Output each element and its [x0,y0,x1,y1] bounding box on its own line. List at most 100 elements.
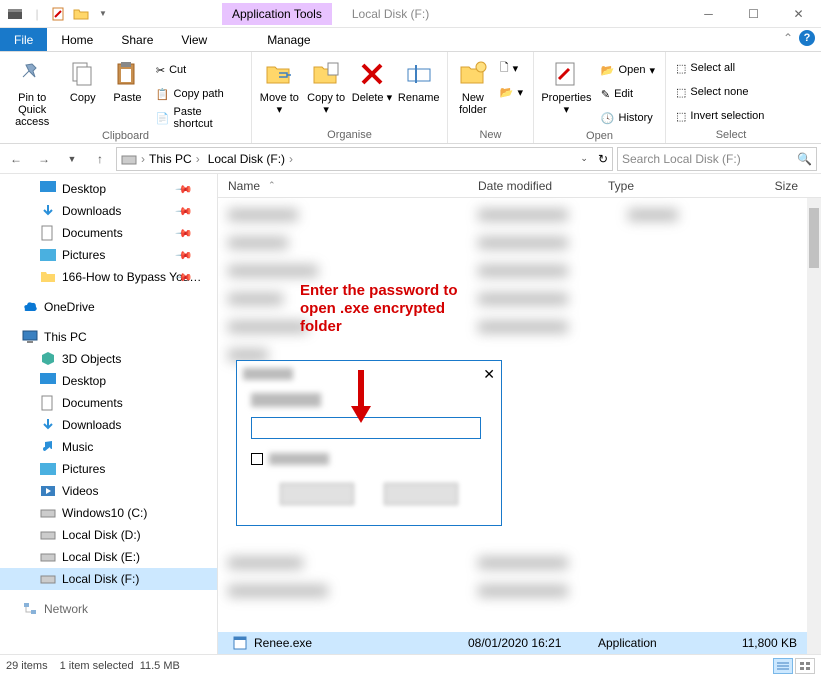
nav-desktop-2[interactable]: Desktop [0,370,217,392]
select-all-icon: ⬚ [676,62,686,75]
close-button[interactable]: ✕ [776,0,821,28]
status-selected: 1 item selected 11.5 MB [60,660,180,672]
nav-network[interactable]: Network [0,598,217,620]
edit-button[interactable]: ✎Edit [597,84,659,104]
easy-access-icon: 📂 [500,86,514,99]
exe-icon [232,635,248,651]
nav-downloads-2[interactable]: Downloads [0,414,217,436]
refresh-button[interactable]: ↻ [598,152,608,166]
pin-icon: 📌 [175,246,194,265]
forward-button[interactable]: → [32,147,56,171]
file-row-selected[interactable]: Renee.exe 08/01/2020 16:21 Application 1… [218,632,807,654]
history-button[interactable]: 🕓History [597,108,659,128]
nav-windows10-c[interactable]: Windows10 (C:) [0,502,217,524]
qat-dropdown-icon[interactable]: ▼ [94,5,112,23]
manage-tab[interactable]: Manage [253,28,324,51]
dialog-ok-button[interactable] [280,483,354,505]
select-all-button[interactable]: ⬚Select all [672,58,768,78]
nav-desktop[interactable]: Desktop📌 [0,178,217,200]
breadcrumb-local-disk-f[interactable]: Local Disk (F:) [208,152,297,166]
paste-shortcut-button[interactable]: 📄Paste shortcut [152,108,245,128]
move-to-icon [263,58,295,90]
nav-local-disk-d[interactable]: Local Disk (D:) [0,524,217,546]
invert-icon: ⬚ [676,110,686,123]
copy-path-button[interactable]: 📋Copy path [152,84,245,104]
large-icons-view-button[interactable] [795,658,815,674]
details-view-button[interactable] [773,658,793,674]
paste-icon [111,58,143,90]
history-icon: 🕓 [601,112,615,125]
breadcrumb-this-pc[interactable]: This PC [149,152,204,166]
dialog-checkbox[interactable] [251,453,263,465]
ribbon-collapse-icon[interactable]: ⌃ [783,31,793,45]
column-name[interactable]: Name⌃ [218,179,468,193]
view-tab[interactable]: View [167,28,221,51]
paste-button[interactable]: Paste [107,56,148,104]
new-item-icon: 🗋 [500,59,509,78]
nav-3d-objects[interactable]: 3D Objects [0,348,217,370]
nav-local-disk-e[interactable]: Local Disk (E:) [0,546,217,568]
copy-button[interactable]: Copy [62,56,103,104]
qat-newfolder-icon[interactable] [72,5,90,23]
invert-selection-button[interactable]: ⬚Invert selection [672,106,768,126]
column-size[interactable]: Size [718,179,798,193]
file-name: Renee.exe [254,636,312,650]
new-item-button[interactable]: 🗋▾ [496,58,527,78]
rename-button[interactable]: Rename [396,56,441,104]
up-button[interactable]: ↑ [88,147,112,171]
delete-icon [356,58,388,90]
minimize-button[interactable]: ─ [686,0,731,28]
nav-documents-2[interactable]: Documents [0,392,217,414]
sort-indicator-icon: ⌃ [268,180,276,191]
search-box[interactable]: Search Local Disk (F:) 🔍 [617,147,817,171]
column-headers[interactable]: Name⌃ Date modified Type Size [218,174,821,198]
qat-divider: | [28,5,46,23]
nav-local-disk-f[interactable]: Local Disk (F:) [0,568,217,590]
column-type[interactable]: Type [598,179,718,193]
nav-pictures-2[interactable]: Pictures [0,458,217,480]
dialog-close-button[interactable]: ✕ [483,366,495,383]
move-to-button[interactable]: Move to ▾ [258,56,301,116]
select-none-button[interactable]: ⬚Select none [672,82,768,102]
address-dropdown-icon[interactable]: ⌄ [580,153,588,164]
maximize-button[interactable]: ☐ [731,0,776,28]
contextual-tab-application-tools[interactable]: Application Tools [222,3,332,25]
pin-to-quick-access-button[interactable]: Pin to Quick access [6,56,58,128]
this-pc-icon [22,329,38,345]
scrollbar-thumb[interactable] [809,208,819,268]
nav-pictures[interactable]: Pictures📌 [0,244,217,266]
help-icon[interactable]: ? [799,30,815,46]
home-tab[interactable]: Home [47,28,107,51]
new-folder-button[interactable]: New folder [454,56,492,116]
open-button[interactable]: 📂Open ▾ [597,60,659,80]
easy-access-button[interactable]: 📂▾ [496,82,527,102]
select-none-icon: ⬚ [676,86,686,99]
back-button[interactable]: ← [4,147,28,171]
vertical-scrollbar[interactable] [807,198,821,654]
nav-documents[interactable]: Documents📌 [0,222,217,244]
delete-button[interactable]: Delete ▾ [352,56,393,104]
nav-videos[interactable]: Videos [0,480,217,502]
file-tab[interactable]: File [0,28,47,51]
nav-bypass-folder[interactable]: 166-How to Bypass You…📌 [0,266,217,288]
properties-button[interactable]: Properties ▾ [540,56,593,116]
new-folder-icon [457,58,489,90]
cut-button[interactable]: ✂Cut [152,60,245,80]
nav-downloads[interactable]: Downloads📌 [0,200,217,222]
copy-to-button[interactable]: Copy to ▾ [305,56,348,116]
documents-icon [40,225,56,241]
search-icon[interactable]: 🔍 [797,152,812,166]
recent-locations-button[interactable]: ▼ [60,147,84,171]
address-bar: ← → ▼ ↑ › This PC Local Disk (F:) ⌄ ↻ Se… [0,144,821,174]
column-date[interactable]: Date modified [468,179,598,193]
nav-this-pc[interactable]: This PC [0,326,217,348]
nav-music[interactable]: Music [0,436,217,458]
nav-onedrive[interactable]: OneDrive [0,296,217,318]
share-tab[interactable]: Share [107,28,167,51]
annotation-arrow-icon [346,368,376,428]
navigation-pane[interactable]: Desktop📌 Downloads📌 Documents📌 Pictures📌… [0,174,218,654]
qat-properties-icon[interactable] [50,5,68,23]
dialog-cancel-button[interactable] [384,483,458,505]
address-box[interactable]: › This PC Local Disk (F:) ⌄ ↻ [116,147,613,171]
downloads-icon [40,203,56,219]
